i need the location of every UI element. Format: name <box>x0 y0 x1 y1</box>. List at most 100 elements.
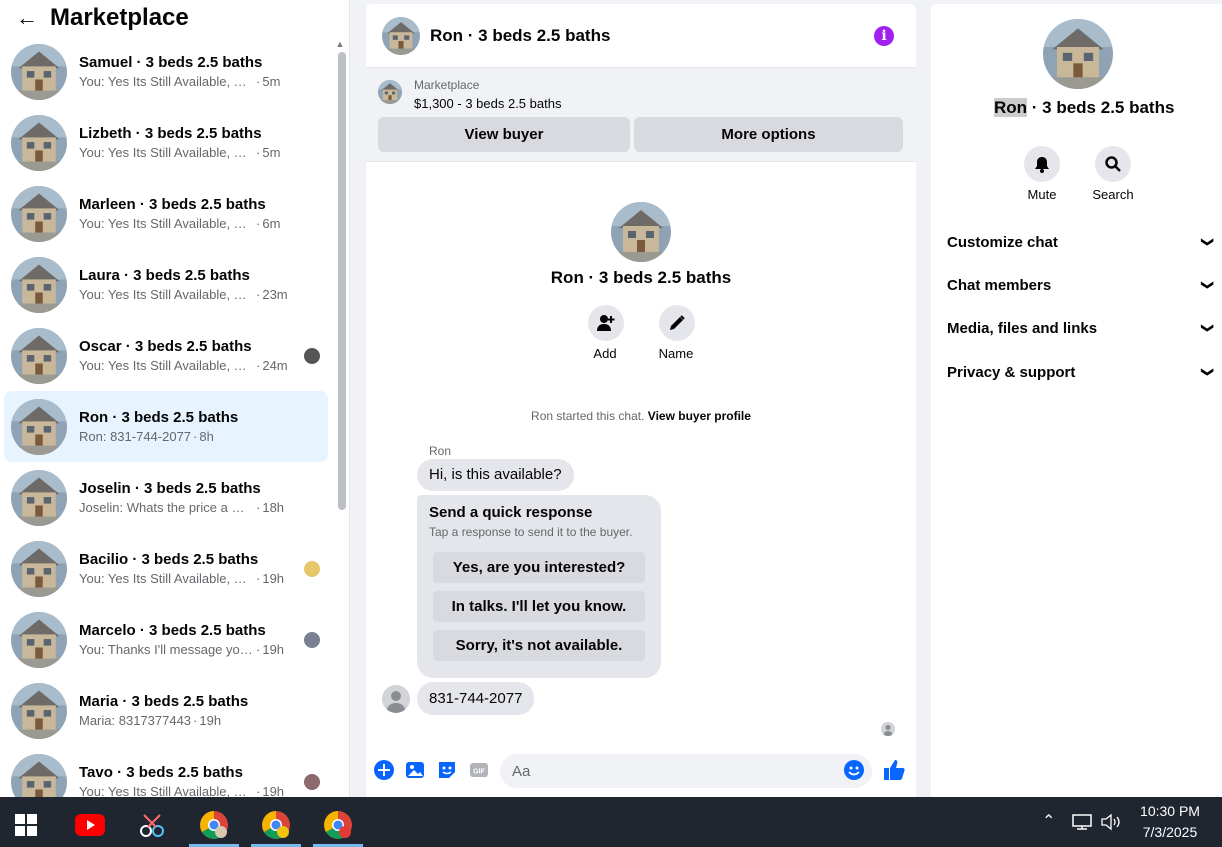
conversation-row[interactable]: Tavo · 3 beds 2.5 baths You: Yes Its Stil… <box>4 746 328 797</box>
chat-avatar[interactable] <box>382 17 420 55</box>
conversation-preview-line: You: Yes Its Still Available, Please S..… <box>79 73 307 91</box>
mute-button[interactable] <box>1024 146 1060 182</box>
view-buyer-profile-link[interactable]: View buyer profile <box>648 409 751 423</box>
chrome-app-3[interactable] <box>313 803 363 847</box>
conversation-text: Marleen · 3 beds 2.5 baths You: Yes Its S… <box>79 195 307 233</box>
details-name: Ron · 3 beds 2.5 baths <box>994 98 1174 118</box>
thumbs-up-icon[interactable] <box>882 758 906 782</box>
conversation-name: Marleen · 3 beds 2.5 baths <box>79 195 266 213</box>
plus-circle-icon[interactable] <box>373 759 395 781</box>
scrollbar-thumb[interactable] <box>338 52 346 510</box>
conversation-preview: You: Yes Its Still Available, Pleas... <box>79 783 254 798</box>
conversation-row[interactable]: Marleen · 3 beds 2.5 baths You: Yes Its S… <box>4 178 328 249</box>
quick-response-interested[interactable]: Yes, are you interested? <box>433 552 645 583</box>
name-highlight: Ron <box>994 98 1028 117</box>
conversation-preview-line: Ron: 831-744-2077 · 8h <box>79 428 307 446</box>
chrome-app-2[interactable] <box>251 803 301 847</box>
conversation-time: 19h <box>262 641 285 657</box>
chrome-app-1[interactable] <box>189 803 239 847</box>
separator-dot: · <box>256 641 261 657</box>
chat-title[interactable]: Ron · 3 beds 2.5 baths <box>430 26 610 46</box>
conversation-avatar <box>11 328 67 384</box>
separator-dot: · <box>256 783 261 798</box>
sidebar-title: Marketplace <box>50 4 189 31</box>
conversation-time: 8h <box>199 428 214 444</box>
started-text: Ron started this chat. <box>531 409 645 423</box>
conversation-preview: Joselin: Whats the price a month <box>79 499 254 515</box>
buyer-avatar[interactable] <box>382 685 410 713</box>
youtube-app[interactable] <box>65 803 115 847</box>
conversation-row[interactable]: Joselin · 3 beds 2.5 baths Joselin: Whats… <box>4 462 328 533</box>
add-person-button[interactable] <box>588 305 624 341</box>
start-button[interactable] <box>1 803 51 847</box>
conversation-preview-line: You: Yes Its Still Available, Please S..… <box>79 215 307 233</box>
conversation-name: Maria · 3 beds 2.5 baths <box>79 692 249 710</box>
message-composer: GIF <box>366 752 916 792</box>
view-buyer-button[interactable]: View buyer <box>378 117 630 152</box>
section-chat-members[interactable]: Chat members ❯ <box>947 270 1215 300</box>
conversation-row[interactable]: Lizbeth · 3 beds 2.5 baths You: Yes Its S… <box>4 107 328 178</box>
quick-response-in-talks[interactable]: In talks. I'll let you know. <box>433 591 645 622</box>
edit-name-button[interactable] <box>659 305 695 341</box>
conversation-time: 19h <box>199 712 222 728</box>
details-avatar[interactable] <box>1043 19 1113 89</box>
volume-icon[interactable] <box>1100 813 1122 831</box>
chevron-down-icon: ❯ <box>1200 279 1215 291</box>
conversation-row[interactable]: Samuel · 3 beds 2.5 baths You: Yes Its St… <box>4 36 328 107</box>
search-button[interactable] <box>1095 146 1131 182</box>
conversation-row[interactable]: Laura · 3 beds 2.5 baths You: Yes Its Sti… <box>4 249 328 320</box>
quick-response-not-available[interactable]: Sorry, it's not available. <box>433 630 645 661</box>
conversation-row[interactable]: Bacilio · 3 beds 2.5 baths You: Yes Its S… <box>4 533 328 604</box>
conversation-row[interactable]: Oscar · 3 beds 2.5 baths You: Yes Its Sti… <box>4 320 328 391</box>
separator-dot: · <box>256 215 261 231</box>
conversation-name: Tavo · 3 beds 2.5 baths <box>79 763 243 781</box>
back-arrow-icon[interactable]: ← <box>16 7 38 29</box>
conversation-name: Marcelo · 3 beds 2.5 baths <box>79 621 266 639</box>
conversation-row[interactable]: Ron · 3 beds 2.5 baths Ron: 831-744-2077 ·… <box>4 391 328 462</box>
chat-details-panel: Ron · 3 beds 2.5 baths Mute Search Custo… <box>931 4 1222 797</box>
network-icon[interactable] <box>1071 813 1093 831</box>
section-media-files[interactable]: Media, files and links ❯ <box>947 313 1215 343</box>
sticker-icon[interactable] <box>436 759 458 781</box>
conversation-text: Samuel · 3 beds 2.5 baths You: Yes Its St… <box>79 53 307 91</box>
svg-text:GIF: GIF <box>473 769 485 776</box>
scroll-up-arrow-icon[interactable]: ▲ <box>334 39 346 49</box>
conversation-row[interactable]: Marcelo · 3 beds 2.5 baths You: Thanks I'… <box>4 604 328 675</box>
message-input[interactable] <box>500 754 872 788</box>
profile-avatar[interactable] <box>611 202 671 262</box>
conversation-avatar <box>11 44 67 100</box>
info-icon[interactable]: i <box>874 26 894 46</box>
section-privacy-support[interactable]: Privacy & support ❯ <box>947 357 1215 387</box>
more-options-button[interactable]: More options <box>634 117 903 152</box>
conversation-avatar <box>11 541 67 597</box>
listing-thumbnail[interactable] <box>378 80 402 104</box>
conversation-name: Ron · 3 beds 2.5 baths <box>79 408 239 426</box>
section-customize-chat[interactable]: Customize chat ❯ <box>947 227 1215 257</box>
conversation-row[interactable]: Maria · 3 beds 2.5 baths Maria: 831737744… <box>4 675 328 746</box>
system-clock[interactable]: 10:30 PM 7/3/2025 <box>1128 801 1212 843</box>
search-label: Search <box>1092 187 1134 202</box>
gif-icon[interactable]: GIF <box>468 759 490 781</box>
separator-dot: · <box>256 570 261 586</box>
chevron-up-icon[interactable]: ⌃ <box>1042 811 1055 831</box>
conversation-preview: You: Yes Its Still Available, Please S..… <box>79 73 254 89</box>
separator-dot: · <box>193 712 198 728</box>
snipping-tool-app[interactable] <box>127 803 177 847</box>
conversation-preview-line: You: Yes Its Still Available, Pleas...·1… <box>79 570 307 588</box>
listing-banner: Marketplace $1,300 - 3 beds 2.5 baths Vi… <box>366 68 916 162</box>
photo-icon[interactable] <box>404 759 426 781</box>
separator-dot: · <box>256 499 261 515</box>
conversation-text: Oscar · 3 beds 2.5 baths You: Yes Its Sti… <box>79 337 307 375</box>
add-person-icon <box>597 315 615 331</box>
conversation-list: Samuel · 3 beds 2.5 baths You: Yes Its St… <box>0 36 334 797</box>
conversation-avatar <box>11 399 67 455</box>
conversation-time: 5m <box>262 144 281 160</box>
conversation-name: Joselin · 3 beds 2.5 baths <box>79 479 261 497</box>
section-label: Privacy & support <box>947 363 1076 381</box>
taskbar: ⌃ 10:30 PM 7/3/2025 <box>0 797 1222 847</box>
clock-date: 7/3/2025 <box>1142 824 1198 840</box>
conversation-time: 24m <box>262 357 288 373</box>
bell-icon <box>1035 157 1049 173</box>
conversation-name: Lizbeth · 3 beds 2.5 baths <box>79 124 262 142</box>
emoji-icon[interactable] <box>843 759 865 781</box>
